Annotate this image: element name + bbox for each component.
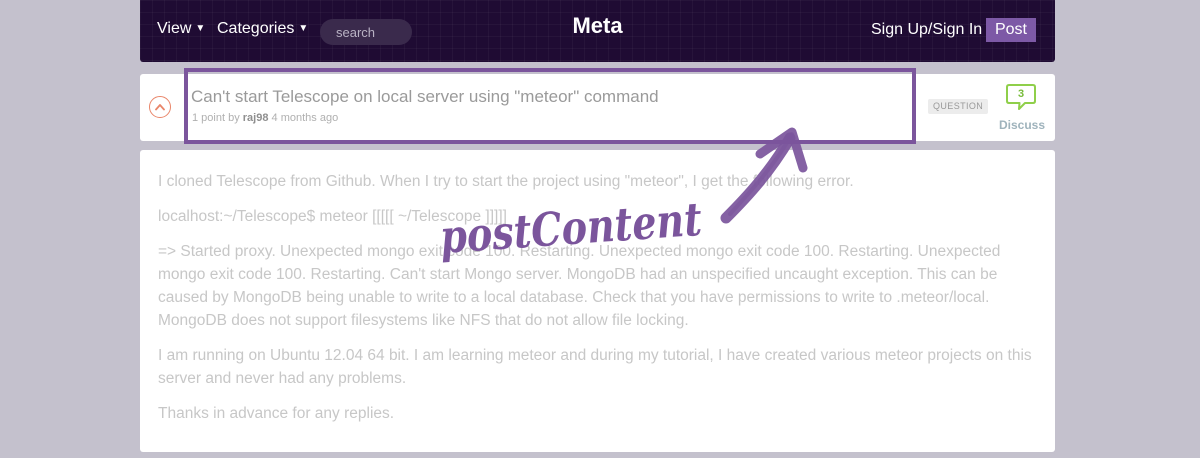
site-header: View▼ Categories▼ Meta Sign Up/Sign In P…	[140, 0, 1055, 62]
body-paragraph: I am running on Ubuntu 12.04 64 bit. I a…	[158, 347, 1032, 387]
post-points: 1 point by	[192, 112, 240, 124]
signin-link[interactable]: Sign Up/Sign In	[871, 21, 982, 39]
post-meta: 1 point by raj98 4 months ago	[192, 112, 338, 124]
post-time[interactable]: 4 months ago	[272, 112, 339, 124]
post-item: Can't start Telescope on local server us…	[140, 74, 1055, 141]
discuss-label: Discuss	[998, 118, 1046, 132]
post-author[interactable]: raj98	[243, 112, 269, 124]
categories-menu[interactable]: Categories ▼	[217, 20, 308, 38]
comment-count: 3	[1017, 88, 1025, 100]
search-input[interactable]	[320, 19, 412, 45]
body-paragraph: => Started proxy. Unexpected mongo exit …	[158, 243, 1001, 329]
body-paragraph: Thanks in advance for any replies.	[158, 405, 395, 422]
post-title[interactable]: Can't start Telescope on local server us…	[191, 87, 659, 107]
post-content: I cloned Telescope from Github. When I t…	[140, 150, 1055, 452]
body-paragraph: localhost:~/Telescope$ meteor [[[[[ ~/Te…	[158, 208, 507, 225]
body-paragraph: I cloned Telescope from Github. When I t…	[158, 173, 854, 190]
site-logo[interactable]: Meta	[572, 13, 622, 38]
view-menu-label: View	[157, 20, 192, 37]
category-badge[interactable]: QUESTION	[928, 99, 989, 114]
upvote-button[interactable]	[149, 96, 171, 118]
caret-down-icon: ▼	[298, 23, 309, 34]
chevron-up-icon	[155, 104, 165, 111]
discuss-link[interactable]: 3 Discuss	[998, 82, 1046, 137]
caret-down-icon: ▼	[195, 23, 206, 34]
categories-menu-label: Categories	[217, 20, 295, 37]
post-button[interactable]: Post	[986, 18, 1036, 42]
view-menu[interactable]: View ▼	[157, 20, 205, 38]
